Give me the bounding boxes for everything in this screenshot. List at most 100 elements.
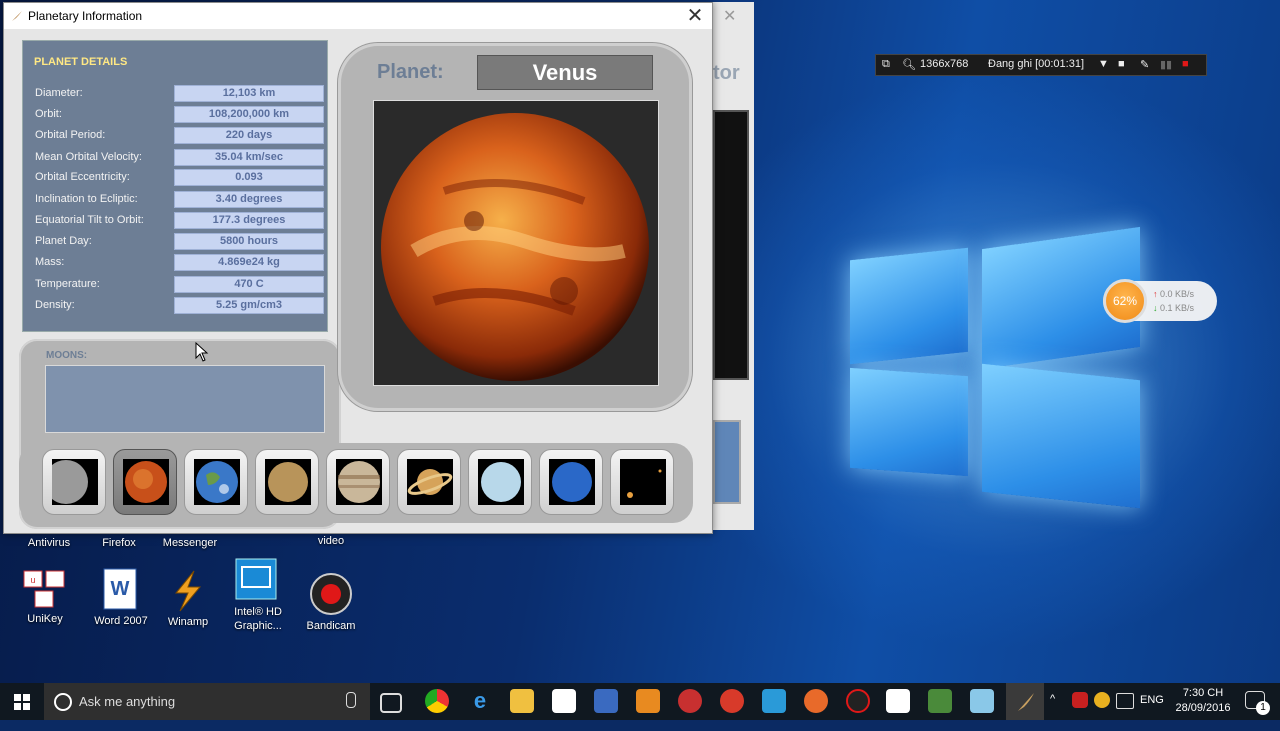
desktop-label-video[interactable]: video (306, 535, 356, 547)
planet-thumb-uranus[interactable] (468, 449, 532, 515)
window-client-area: PLANET DETAILS Diameter: 12,103 km Orbit:… (4, 29, 712, 533)
back-window-dark-panel (713, 110, 749, 380)
bandicam-icon[interactable] (309, 572, 353, 616)
taskbar: Ask me anything e ^ ENG 7:30 CH 28/09/20… (0, 683, 1280, 720)
unikey-icon[interactable]: u (22, 569, 66, 613)
tray-antivirus-icon[interactable] (1072, 692, 1088, 708)
detail-value[interactable]: 5.25 gm/cm3 (174, 297, 324, 314)
tray-app-icon[interactable] (1094, 692, 1110, 708)
detail-value[interactable]: 4.869e24 kg (174, 254, 324, 271)
word-2007-icon[interactable]: W (98, 567, 142, 611)
detail-value[interactable]: 3.40 degrees (174, 191, 324, 208)
cortana-search-box[interactable]: Ask me anything (44, 683, 370, 720)
detail-value[interactable]: 35.04 km/sec (174, 149, 324, 166)
upload-arrow-icon: ↑ (1153, 289, 1161, 299)
windows-start-icon (14, 694, 30, 710)
planet-thumb-mercury[interactable] (42, 449, 106, 515)
task-view-icon[interactable] (380, 693, 402, 713)
planetary-information-window[interactable]: Planetary Information ✕ PLANET DETAILS D… (3, 2, 713, 534)
back-window-close-icon[interactable]: ✕ (723, 6, 736, 26)
app-icon-5[interactable] (804, 689, 828, 713)
pause-icon[interactable]: ▮▮ (1160, 58, 1172, 71)
detail-value[interactable]: 12,103 km (174, 85, 324, 102)
clock-date: 28/09/2016 (1175, 702, 1231, 714)
store-icon[interactable] (552, 689, 576, 713)
desktop-label-winamp[interactable]: Winamp (158, 616, 218, 628)
app-icon-4[interactable] (762, 689, 786, 713)
media-player-icon[interactable] (636, 689, 660, 713)
detail-label: Planet Day: (35, 235, 92, 247)
app-icon-3[interactable] (720, 689, 744, 713)
network-speed-widget[interactable]: 62% ↑ 0.0 KB/s ↓ 0.1 KB/s (1103, 279, 1217, 323)
detail-label: Inclination to Ecliptic: (35, 193, 138, 205)
chrome-icon[interactable] (425, 689, 449, 713)
desktop-label-intel-hd[interactable]: Intel® HD Graphic... (222, 605, 294, 633)
desktop-label-unikey[interactable]: UniKey (14, 613, 76, 625)
planet-thumb-earth[interactable] (184, 449, 248, 515)
planet-thumb-venus[interactable] (113, 449, 177, 515)
file-explorer-icon[interactable] (510, 689, 534, 713)
app-icon-6[interactable] (886, 689, 910, 713)
detail-value[interactable]: 108,200,000 km (174, 106, 324, 123)
planetary-app-taskbar-button[interactable] (1006, 683, 1044, 720)
detail-label: Diameter: (35, 87, 83, 99)
desktop-label-bandicam[interactable]: Bandicam (298, 620, 364, 632)
planet-label: Planet: (377, 61, 444, 83)
camera-icon[interactable]: ■ (1118, 58, 1125, 70)
detail-row: Diameter: 12,103 km (35, 85, 325, 103)
network-icon[interactable] (1116, 693, 1134, 709)
bandicam-recording-bar[interactable]: ⧉ 🔍︎ 1366x768 Đang ghi [00:01:31] ▼ ■ ✎ … (875, 54, 1207, 76)
detail-value[interactable]: 0.093 (174, 169, 324, 186)
planet-details-panel: PLANET DETAILS Diameter: 12,103 km Orbit:… (22, 40, 328, 332)
detail-label: Orbital Eccentricity: (35, 171, 130, 183)
app-icon-1[interactable] (594, 689, 618, 713)
edge-icon[interactable]: e (468, 689, 492, 713)
planet-thumb-mars[interactable] (255, 449, 319, 515)
detail-row: Temperature: 470 C (35, 276, 325, 294)
window-titlebar[interactable]: Planetary Information ✕ (4, 3, 712, 29)
minecraft-icon[interactable] (928, 689, 952, 713)
desktop-label-messenger[interactable]: Messenger (155, 537, 225, 549)
winamp-icon[interactable] (166, 569, 210, 613)
background-window[interactable]: ✕ tor (708, 2, 754, 530)
magnifier-icon[interactable]: 🔍︎ (902, 58, 916, 71)
detail-row: Equatorial Tilt to Orbit: 177.3 degrees (35, 212, 325, 230)
notification-count-badge: 1 (1256, 701, 1270, 715)
microphone-icon[interactable] (346, 692, 356, 708)
start-button[interactable] (0, 683, 44, 720)
window-icon[interactable]: ⧉ (882, 58, 890, 71)
bandicam-taskbar-icon[interactable] (846, 689, 870, 713)
bandicam-recording-status: Đang ghi [00:01:31] (988, 58, 1085, 70)
moons-header: MOONS: (46, 350, 88, 361)
tray-overflow-icon[interactable]: ^ (1050, 693, 1055, 730)
download-arrow-icon: ↓ (1153, 303, 1161, 313)
detail-value[interactable]: 177.3 degrees (174, 212, 324, 229)
detail-value[interactable]: 470 C (174, 276, 324, 293)
clock[interactable]: 7:30 CH 28/09/2016 (1170, 686, 1236, 716)
intel-hd-graphics-icon[interactable] (234, 557, 278, 601)
back-window-blue-panel (713, 420, 741, 504)
planet-thumb-jupiter[interactable] (326, 449, 390, 515)
planet-thumb-neptune[interactable] (539, 449, 603, 515)
dropdown-icon[interactable]: ▼ (1098, 58, 1109, 70)
moons-list[interactable] (45, 365, 325, 433)
desktop-label-antivirus[interactable]: Antivirus (14, 537, 84, 549)
detail-row: Orbital Period: 220 days (35, 127, 325, 145)
desktop-label-word[interactable]: Word 2007 (88, 615, 154, 627)
pencil-icon[interactable]: ✎ (1140, 58, 1149, 71)
detail-value[interactable]: 5800 hours (174, 233, 324, 250)
desktop-label-firefox[interactable]: Firefox (89, 537, 149, 549)
stop-icon[interactable]: ■ (1182, 58, 1189, 70)
svg-text:W: W (111, 578, 130, 600)
app-icon-7[interactable] (970, 689, 994, 713)
planet-details-header: PLANET DETAILS (34, 56, 128, 68)
download-speed: ↓ 0.1 KB/s (1153, 303, 1195, 313)
detail-value[interactable]: 220 days (174, 127, 324, 144)
svg-text:u: u (30, 575, 35, 585)
language-indicator[interactable]: ENG (1140, 694, 1164, 731)
planet-thumb-pluto[interactable] (610, 449, 674, 515)
detail-label: Temperature: (35, 278, 100, 290)
app-icon-2[interactable] (678, 689, 702, 713)
planet-thumb-saturn[interactable] (397, 449, 461, 515)
close-icon[interactable]: ✕ (680, 3, 710, 29)
